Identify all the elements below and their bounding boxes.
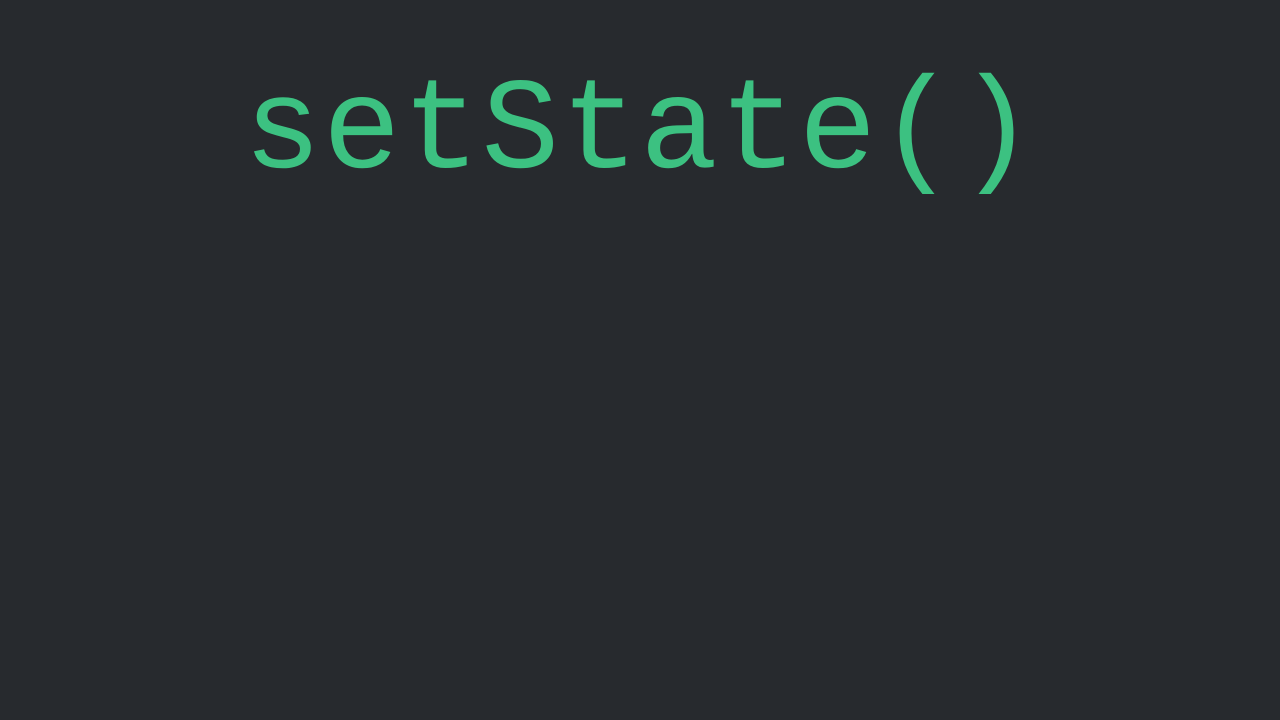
code-snippet: setState() — [243, 60, 1036, 207]
